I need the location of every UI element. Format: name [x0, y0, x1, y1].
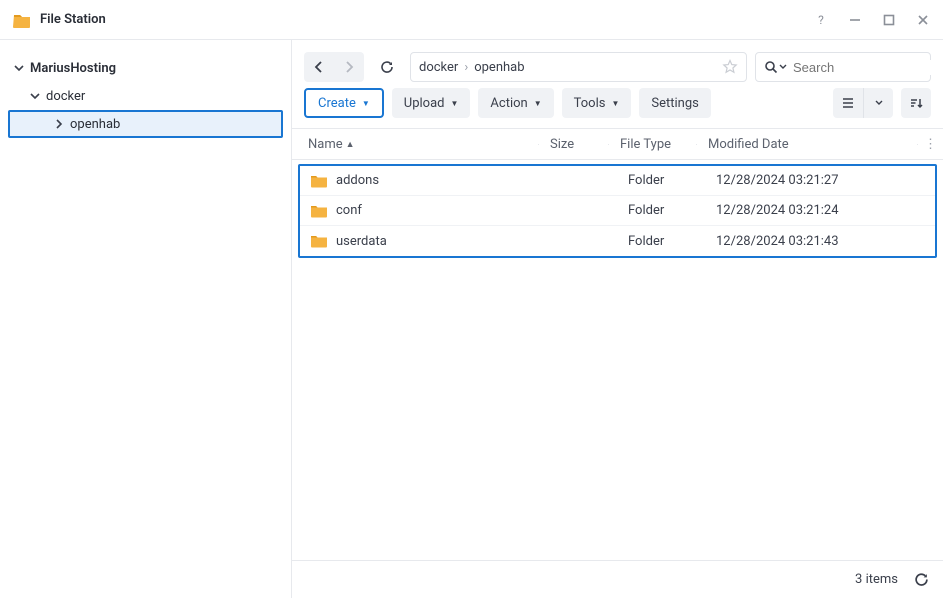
upload-button[interactable]: Upload▼	[392, 88, 471, 118]
file-table: Name▲ Size File Type Modified Date ⋮ add…	[292, 128, 943, 560]
file-name: conf	[336, 203, 362, 218]
chevron-right-icon	[54, 119, 66, 129]
file-name: addons	[336, 173, 379, 188]
titlebar: File Station ?	[0, 0, 943, 40]
column-type[interactable]: File Type	[610, 137, 698, 152]
table-row[interactable]: conf Folder12/28/2024 03:21:24	[300, 196, 935, 226]
back-button[interactable]	[304, 52, 334, 82]
chevron-down-icon: ▼	[451, 99, 459, 108]
chevron-down-icon: ▼	[611, 99, 619, 108]
file-type: Folder	[618, 234, 706, 249]
table-header: Name▲ Size File Type Modified Date ⋮	[292, 128, 943, 160]
svg-text:?: ?	[818, 13, 824, 27]
view-dropdown-icon[interactable]	[863, 88, 893, 118]
search-input[interactable]	[793, 60, 943, 75]
action-toolbar: Create▼ Upload▼ Action▼ Tools▼ Settings	[292, 88, 943, 128]
sort-button[interactable]	[901, 88, 931, 118]
action-button[interactable]: Action▼	[478, 88, 553, 118]
table-body: addonsFolder12/28/2024 03:21:27confFolde…	[298, 164, 937, 258]
favorite-icon[interactable]	[722, 59, 738, 75]
tree-item-label: docker	[46, 89, 85, 104]
create-button[interactable]: Create▼	[304, 88, 384, 118]
tools-button[interactable]: Tools▼	[562, 88, 632, 118]
file-name: userdata	[336, 234, 387, 249]
table-row[interactable]: addons Folder12/28/2024 03:21:27	[300, 166, 935, 196]
folder-icon	[310, 234, 328, 248]
close-icon[interactable]	[915, 12, 931, 28]
search-box[interactable]	[755, 52, 931, 82]
breadcrumb-part[interactable]: docker	[419, 60, 458, 75]
app-title: File Station	[40, 12, 813, 27]
item-count: 3 items	[855, 572, 898, 587]
chevron-down-icon: ▼	[534, 99, 542, 108]
tree-item-docker[interactable]: docker	[8, 82, 283, 110]
status-bar: 3 items	[292, 560, 943, 598]
folder-icon	[310, 204, 328, 218]
refresh-icon[interactable]	[914, 572, 929, 587]
file-type: Folder	[618, 173, 706, 188]
folder-icon	[310, 174, 328, 188]
breadcrumb-part[interactable]: openhab	[474, 60, 524, 75]
table-row[interactable]: userdata Folder12/28/2024 03:21:43	[300, 226, 935, 256]
nav-back-forward	[304, 52, 364, 82]
maximize-icon[interactable]	[881, 12, 897, 28]
file-date: 12/28/2024 03:21:24	[706, 203, 911, 218]
refresh-button[interactable]	[372, 52, 402, 82]
file-type: Folder	[618, 203, 706, 218]
search-icon	[764, 60, 787, 74]
app-icon	[12, 10, 32, 30]
chevron-down-icon: ▼	[362, 99, 370, 108]
help-icon[interactable]: ?	[813, 12, 829, 28]
forward-button[interactable]	[334, 52, 364, 82]
tree-item-openhab[interactable]: openhab	[8, 110, 283, 138]
column-date[interactable]: Modified Date	[698, 137, 919, 152]
file-date: 12/28/2024 03:21:27	[706, 173, 911, 188]
list-view-icon[interactable]	[833, 88, 863, 118]
breadcrumb[interactable]: docker › openhab	[410, 52, 747, 82]
minimize-icon[interactable]	[847, 12, 863, 28]
view-toggle	[833, 88, 893, 118]
chevron-down-icon	[30, 91, 42, 101]
sort-asc-icon: ▲	[346, 139, 355, 150]
tree-item-label: openhab	[70, 117, 120, 132]
column-menu-icon[interactable]: ⋮	[919, 137, 943, 152]
chevron-right-icon: ›	[464, 60, 468, 75]
window-controls: ?	[813, 12, 931, 28]
file-date: 12/28/2024 03:21:43	[706, 234, 911, 249]
tree-root-label: MariusHosting	[30, 61, 116, 76]
navigation-toolbar: docker › openhab	[292, 40, 943, 88]
chevron-down-icon	[14, 63, 26, 73]
column-size[interactable]: Size	[540, 137, 610, 152]
folder-tree: MariusHosting docker openhab	[0, 40, 292, 598]
tree-root[interactable]: MariusHosting	[8, 54, 283, 82]
column-name[interactable]: Name▲	[292, 137, 540, 152]
settings-button[interactable]: Settings	[639, 88, 710, 118]
